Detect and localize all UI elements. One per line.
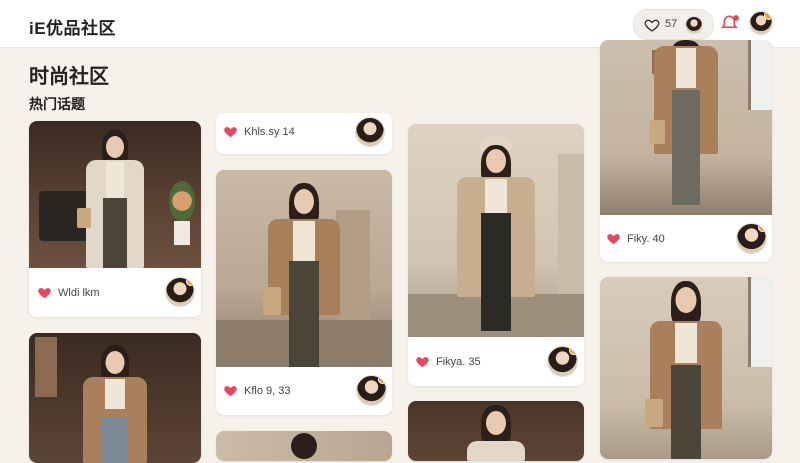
like-count: 57 [665, 18, 678, 30]
heart-icon[interactable] [606, 231, 621, 246]
author-avatar[interactable] [355, 117, 385, 147]
post-image [29, 121, 201, 268]
post-image [408, 401, 584, 461]
user-avatar[interactable] [749, 11, 773, 35]
status-badge [764, 12, 772, 20]
post-card[interactable]: Khls.sy 14 [216, 113, 392, 154]
post-image [408, 124, 584, 337]
avatar[interactable] [685, 16, 703, 34]
author-avatar[interactable] [736, 223, 767, 254]
status-badge [378, 376, 386, 384]
post-card[interactable]: Wldi lkm [29, 121, 201, 317]
post-image [216, 431, 392, 461]
heart-outline-icon [644, 19, 660, 32]
post-meta: Fikya. 35 [436, 356, 481, 368]
app-logo[interactable]: iE优品社区 [29, 14, 116, 39]
post-footer: Wldi lkm [29, 268, 201, 317]
heart-icon[interactable] [223, 383, 238, 398]
post-footer: Fiky. 40 [600, 215, 772, 262]
post-card[interactable] [29, 333, 201, 463]
author-avatar[interactable] [547, 346, 578, 377]
post-footer: Kflo 9, 33 [216, 367, 392, 415]
post-meta: Khls.sy 14 [244, 126, 295, 138]
section-title: 热门话题 [29, 96, 85, 112]
author-avatar[interactable] [356, 375, 387, 406]
post-footer: Khls.sy 14 [216, 113, 392, 154]
post-image [216, 170, 392, 367]
post-card[interactable] [216, 431, 392, 461]
status-badge [186, 278, 194, 286]
post-card[interactable]: Kflo 9, 33 [216, 170, 392, 415]
notification-icon[interactable] [721, 13, 741, 33]
post-card[interactable] [600, 277, 772, 459]
post-meta: Wldi lkm [58, 287, 100, 299]
status-badge [569, 347, 577, 355]
post-image [29, 333, 201, 463]
post-image [600, 277, 772, 459]
post-image [600, 40, 772, 215]
heart-icon[interactable] [37, 285, 52, 300]
post-card[interactable] [408, 401, 584, 461]
post-meta: Kflo 9, 33 [244, 385, 291, 397]
author-avatar[interactable] [165, 277, 195, 307]
post-footer: Fikya. 35 [408, 337, 584, 386]
post-meta: Fiky. 40 [627, 233, 665, 245]
heart-icon[interactable] [223, 124, 238, 139]
status-badge [758, 224, 766, 232]
heart-icon[interactable] [415, 354, 430, 369]
page-title: 时尚社区 [29, 66, 109, 88]
likes-pill[interactable]: 57 [633, 9, 714, 40]
post-card[interactable]: Fikya. 35 [408, 124, 584, 386]
post-card[interactable]: Fiky. 40 [600, 40, 772, 262]
